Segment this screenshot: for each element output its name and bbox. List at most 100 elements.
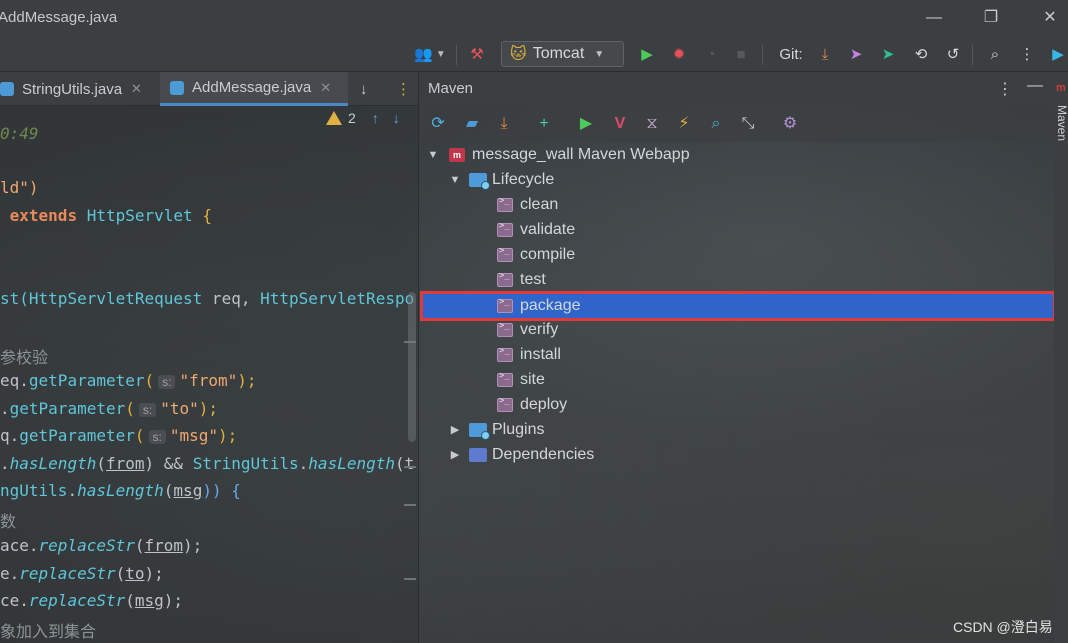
execute-goal-icon[interactable]: V (609, 113, 631, 135)
code-line: ce.replaceStr(msg); (0, 591, 183, 610)
profile-icon[interactable]: ◔ (700, 42, 722, 66)
run-config-label: Tomcat (532, 45, 585, 62)
build-hammer-icon[interactable]: ⚒ (466, 42, 488, 66)
tab-addmessage[interactable]: AddMessage.java ✕ (160, 72, 348, 106)
git-update-icon[interactable]: ⤓ (814, 42, 836, 66)
close-tab-icon[interactable]: ✕ (131, 81, 142, 97)
close-tab-icon[interactable]: ✕ (320, 80, 331, 96)
goal-item-clean[interactable]: clean (419, 192, 1055, 217)
code-token: StringUtils (192, 454, 299, 473)
tree-dependencies[interactable]: ▶ Dependencies (419, 442, 1055, 467)
stop-icon[interactable]: ■ (730, 42, 752, 66)
toggle-offline-icon[interactable]: ⧖ (641, 113, 663, 135)
goal-item-test[interactable]: test (419, 267, 1055, 292)
more-vert-icon[interactable]: ⋮ (1016, 42, 1038, 66)
chevron-down-icon[interactable]: ▼ (447, 174, 463, 186)
code-token: msg (173, 481, 203, 500)
tab-stringutils[interactable]: StringUtils.java ✕ (0, 72, 158, 106)
download-sources-icon[interactable]: ⤓ (493, 113, 515, 135)
goal-label: package (520, 297, 581, 314)
toolbar-separator (456, 45, 457, 65)
code-line: ace.replaceStr(from); (0, 536, 202, 555)
users-icon[interactable]: 👥 ▼ (410, 42, 450, 66)
maven-strip-label[interactable]: Maven (1055, 105, 1068, 141)
code-token: ( (125, 399, 135, 418)
chevron-right-icon[interactable]: ▶ (447, 448, 463, 461)
code-token: HttpServletRespo (260, 289, 415, 308)
tree-lifecycle[interactable]: ▼ Lifecycle (419, 167, 1055, 192)
inspection-widget[interactable]: 2 ↑ ↓ (326, 110, 400, 126)
dependencies-folder-icon (469, 447, 487, 462)
git-commit-icon[interactable]: ➤ (845, 42, 867, 66)
run-config-select[interactable]: 🐱 Tomcat ▼ (501, 41, 624, 67)
code-token: ( (134, 426, 145, 445)
code-token: ); (237, 371, 257, 390)
maven-strip-icon[interactable]: m (1056, 82, 1066, 96)
chevron-down-icon[interactable]: ▼ (425, 149, 441, 161)
code-token: req, (202, 289, 261, 308)
prev-highlight-icon[interactable]: ↑ (372, 110, 379, 126)
search-icon[interactable]: ⌕ (984, 42, 1006, 66)
code-token: hasLength (308, 454, 395, 473)
tabs-dropdown-icon[interactable]: ↓ (360, 72, 378, 106)
toolbar-separator (972, 45, 973, 65)
code-token: ) && (144, 454, 193, 473)
settings-gear-icon[interactable]: ⚙ (779, 113, 801, 135)
restore-icon[interactable]: ❐ (979, 6, 1003, 30)
more-tabs-icon[interactable]: ⋮ (396, 72, 411, 106)
run-icon[interactable]: ▶ (636, 42, 658, 66)
goal-item-package[interactable]: package (420, 291, 1056, 321)
rollback-icon[interactable]: ↺ (942, 42, 964, 66)
git-push-icon[interactable]: ➤ (877, 42, 899, 66)
project-label: message_wall Maven Webapp (472, 145, 690, 163)
tree-project[interactable]: ▼ m message_wall Maven Webapp (419, 142, 1055, 167)
goal-label: verify (520, 320, 559, 338)
search-icon[interactable]: ⌕ (705, 113, 727, 135)
maven-header: Maven ⋮ — (419, 72, 1055, 106)
skip-tests-icon[interactable]: ⚡ (673, 113, 695, 135)
reimport-folder-icon[interactable]: ▰ (461, 113, 483, 135)
code-token: replaceStr (38, 536, 135, 555)
code-token: ); (183, 536, 203, 555)
goal-item-site[interactable]: site (419, 367, 1055, 392)
minimize-icon[interactable]: — (922, 6, 946, 30)
warning-icon (326, 111, 342, 125)
window-title: AddMessage.java (0, 9, 118, 26)
history-icon[interactable]: ⟲ (910, 42, 932, 66)
goal-label: clean (520, 195, 559, 213)
maven-panel: Maven ⋮ — ⟳ ▰ ⤓ + ▶ V ⧖ ⚡ ⌕ ⤡ ⚙ ▼ m mess… (418, 72, 1056, 643)
goal-item-validate[interactable]: validate (419, 217, 1055, 242)
chevron-right-icon[interactable]: ▶ (447, 423, 463, 436)
more-vert-icon[interactable]: ⋮ (997, 79, 1013, 99)
param-hint: s: (158, 375, 176, 389)
close-icon[interactable]: ✕ (1038, 6, 1062, 30)
plugin-icon[interactable]: ▶ (1048, 42, 1068, 66)
goal-item-install[interactable]: install (419, 342, 1055, 367)
tree-plugins[interactable]: ▶ Plugins (419, 417, 1055, 442)
goal-icon (497, 297, 513, 313)
code-line: ld") (0, 178, 39, 197)
editor-tabs: StringUtils.java ✕ AddMessage.java ✕ ↓ ⋮ (0, 72, 418, 106)
run-goal-icon[interactable]: ▶ (575, 113, 597, 135)
scroll-marker (404, 466, 416, 468)
goal-item-deploy[interactable]: deploy (419, 392, 1055, 417)
editor-scrollbar[interactable] (408, 292, 416, 442)
scroll-marker (404, 578, 416, 580)
debug-icon[interactable]: ✹ (668, 42, 690, 66)
maven-panel-title: Maven (428, 80, 474, 97)
code-token: ( (144, 371, 155, 390)
code-line: e.replaceStr(to); (0, 564, 164, 583)
hide-panel-icon[interactable]: — (1027, 77, 1043, 95)
code-token: eq. (0, 371, 29, 390)
next-highlight-icon[interactable]: ↓ (393, 110, 400, 126)
code-token: from (105, 454, 145, 473)
reload-icon[interactable]: ⟳ (427, 113, 449, 135)
goal-item-verify[interactable]: verify (419, 317, 1055, 342)
goal-item-compile[interactable]: compile (419, 242, 1055, 267)
add-project-icon[interactable]: + (533, 113, 555, 135)
java-class-icon (0, 82, 14, 96)
code-editor[interactable]: 0:49 ld") extends HttpServlet { st(HttpS… (0, 106, 418, 643)
lifecycle-label: Lifecycle (492, 170, 555, 188)
code-token: ce. (0, 591, 29, 610)
collapse-all-icon[interactable]: ⤡ (737, 113, 759, 135)
